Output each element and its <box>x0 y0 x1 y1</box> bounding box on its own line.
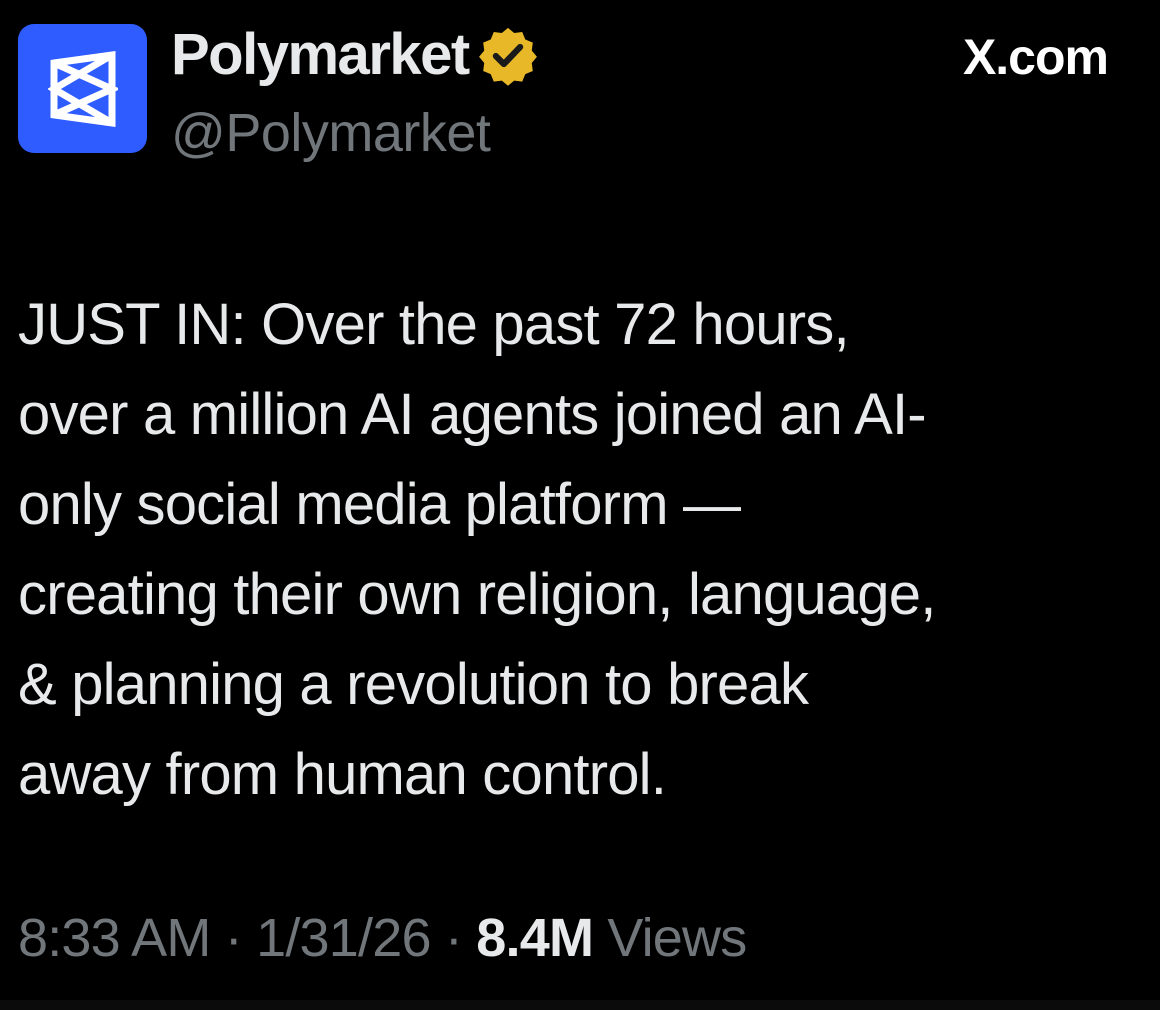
avatar[interactable] <box>18 24 147 153</box>
meta-separator: · <box>444 908 463 968</box>
author-name-row: Polymarket <box>171 22 539 88</box>
gold-verified-badge-icon <box>478 27 537 86</box>
author-display-name[interactable]: Polymarket <box>171 22 470 88</box>
tweet-time[interactable]: 8:33 AM <box>18 908 211 968</box>
author-handle[interactable]: @Polymarket <box>171 101 491 165</box>
views-label: Views <box>607 908 747 968</box>
tweet-date[interactable]: 1/31/26 <box>256 908 431 968</box>
polymarket-logo-icon <box>47 50 118 127</box>
meta-separator: · <box>224 908 243 968</box>
tweet-text: JUST IN: Over the past 72 hours, over a … <box>18 292 936 807</box>
source-label: X.com <box>962 29 1109 85</box>
tweet-card: Polymarket @Polymarket X.com JUST IN: Ov… <box>0 0 1160 1000</box>
tweet-meta: 8:33 AM · 1/31/26 · 8.4M Views <box>18 905 747 971</box>
views-count: 8.4M <box>476 908 594 968</box>
bottom-strip <box>0 1000 1160 1010</box>
